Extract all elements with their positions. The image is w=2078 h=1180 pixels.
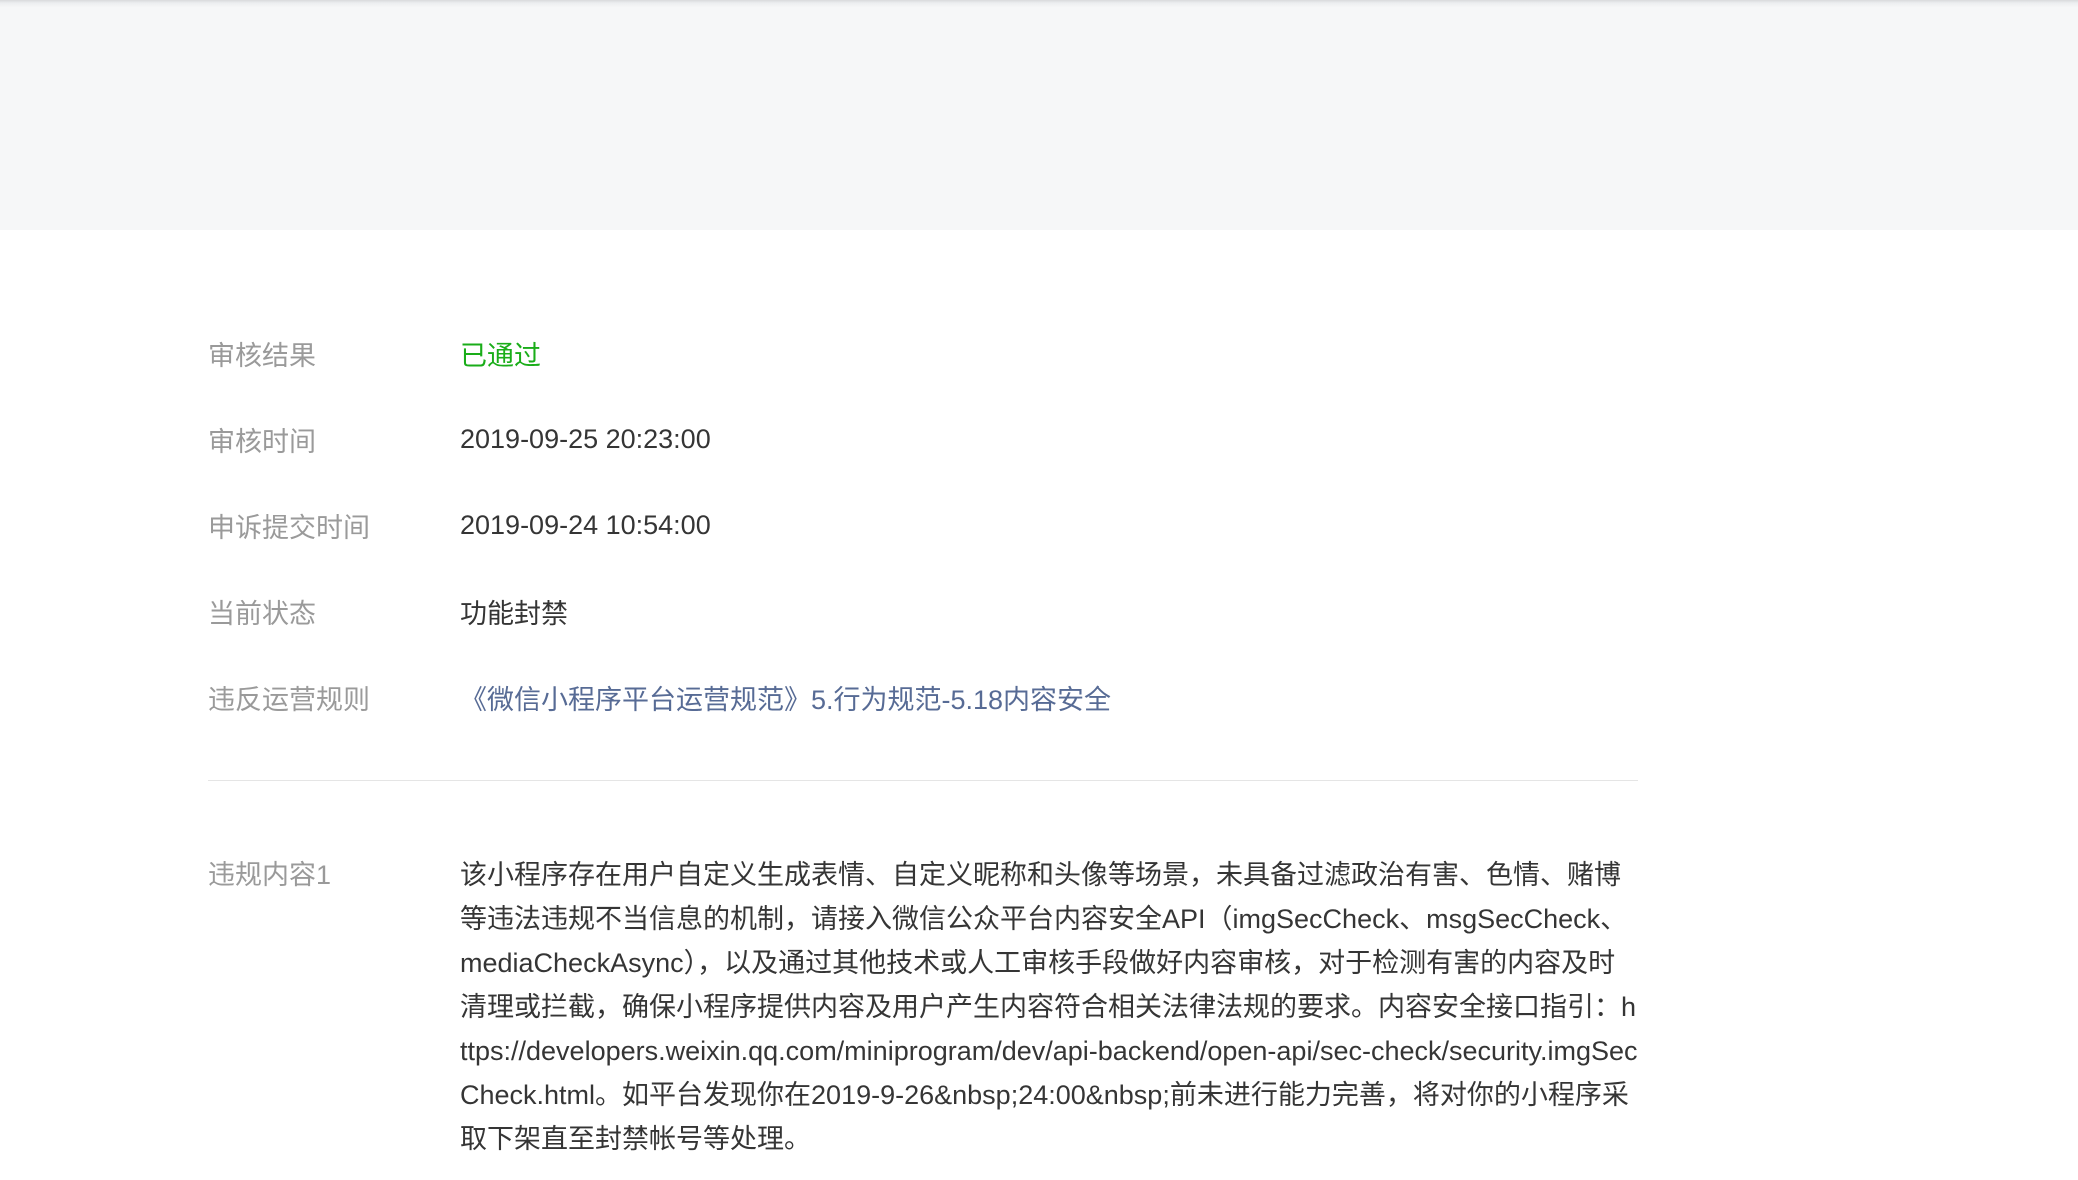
violation-content-text: 该小程序存在用户自定义生成表情、自定义昵称和头像等场景，未具备过滤政治有害、色情…: [460, 860, 1638, 1154]
review-time-row: 审核时间 2019-09-25 20:23:00: [208, 396, 1638, 482]
review-result-value: 已通过: [460, 340, 541, 371]
current-status-row: 当前状态 功能封禁: [208, 568, 1638, 654]
section-divider: [208, 780, 1638, 781]
violated-rule-label: 违反运营规则: [208, 684, 370, 715]
violation-content-label: 违规内容1: [208, 860, 332, 890]
review-time-label: 审核时间: [208, 426, 316, 457]
violated-rule-link[interactable]: 《微信小程序平台运营规范》5.行为规范-5.18内容安全: [460, 678, 1111, 717]
appeal-submit-time-value: 2019-09-24 10:54:00: [460, 509, 711, 540]
review-result-label: 审核结果: [208, 340, 316, 371]
appeal-submit-time-label: 申诉提交时间: [208, 512, 370, 543]
current-status-value: 功能封禁: [460, 598, 568, 629]
top-shadow: [0, 0, 2078, 7]
current-status-label: 当前状态: [208, 598, 316, 629]
violation-content-row: 违规内容1 该小程序存在用户自定义生成表情、自定义昵称和头像等场景，未具备过滤政…: [208, 853, 1638, 1161]
violated-rule-row: 违反运营规则 《微信小程序平台运营规范》5.行为规范-5.18内容安全: [208, 654, 1638, 740]
appeal-detail-panel: 审核结果 已通过 审核时间 2019-09-25 20:23:00 申诉提交时间…: [208, 310, 1638, 1161]
header-band: [0, 0, 2078, 230]
appeal-submit-time-row: 申诉提交时间 2019-09-24 10:54:00: [208, 482, 1638, 568]
review-time-value: 2019-09-25 20:23:00: [460, 423, 711, 454]
review-result-row: 审核结果 已通过: [208, 310, 1638, 396]
